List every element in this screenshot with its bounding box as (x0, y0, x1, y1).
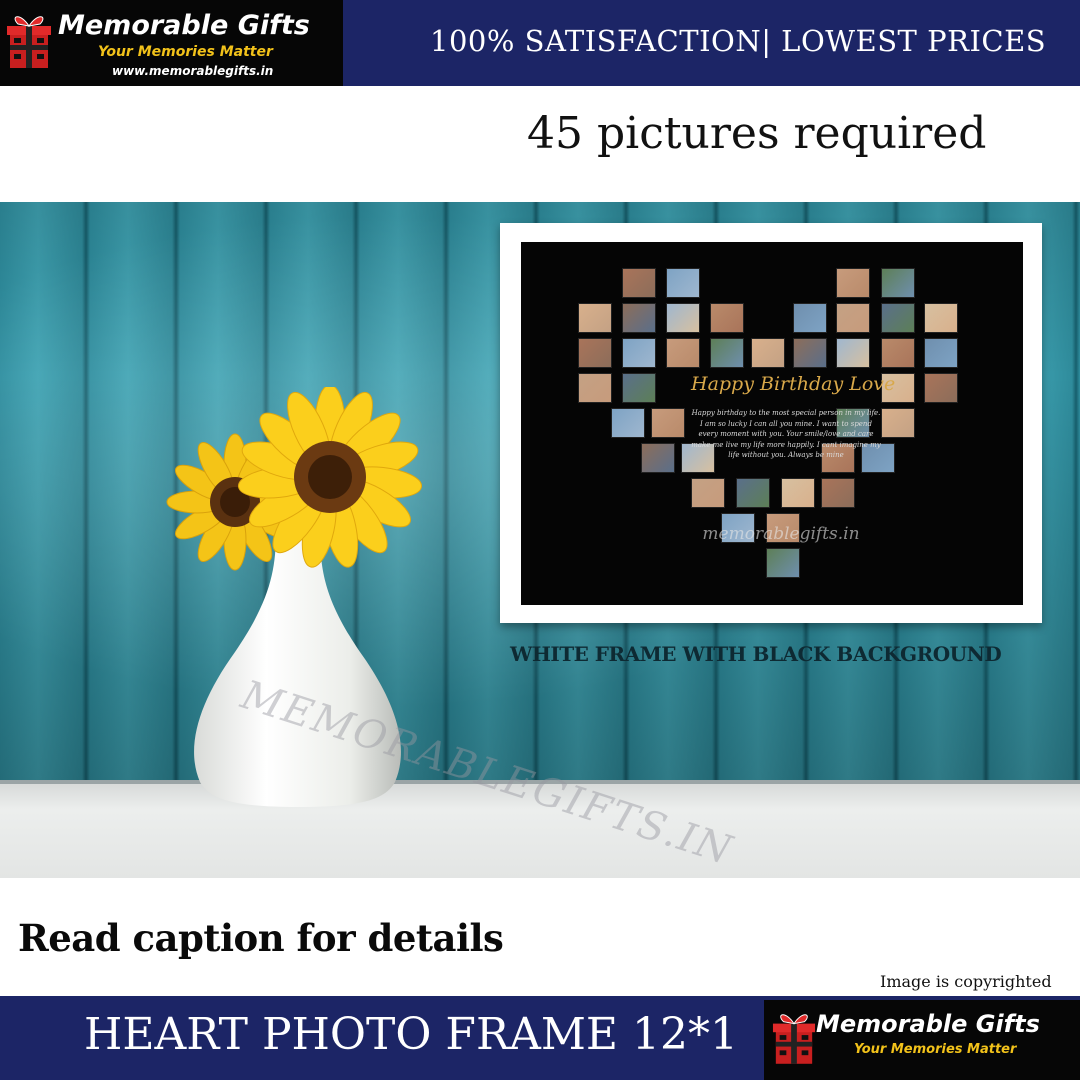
pictures-required-headline: 45 pictures required (527, 108, 987, 159)
photo-tile (793, 303, 827, 333)
read-caption-text: Read caption for details (18, 916, 504, 960)
photo-tile (766, 548, 800, 578)
product-photo: MEMORABLEGIFTS.IN Happy Birthday Love Ha… (0, 202, 1080, 878)
card-title: Happy Birthday Love (691, 373, 896, 395)
photo-tile (578, 303, 612, 333)
photo-tile (666, 303, 700, 333)
photo-tile (710, 338, 744, 368)
brand-name: Memorable Gifts (816, 1010, 1040, 1038)
brand-name: Memorable Gifts (58, 10, 310, 41)
brand-tagline: Your Memories Matter (98, 44, 273, 60)
brand-tagline: Your Memories Matter (854, 1042, 1017, 1057)
photo-tile (691, 478, 725, 508)
photo-tile (622, 303, 656, 333)
photo-tile (881, 408, 915, 438)
photo-tile (836, 268, 870, 298)
copyright-notice: Image is copyrighted (880, 972, 1052, 991)
photo-tile (578, 373, 612, 403)
photo-tile (821, 478, 855, 508)
photo-tile (666, 268, 700, 298)
photo-tile (710, 303, 744, 333)
brand-url: www.memorablegifts.in (112, 64, 274, 78)
photo-tile (881, 303, 915, 333)
photo-tile (622, 268, 656, 298)
gift-icon (772, 1014, 816, 1064)
photo-tile (881, 338, 915, 368)
heart-photo-frame: Happy Birthday Love Happy birthday to th… (500, 223, 1042, 623)
product-title: HEART PHOTO FRAME 12*1 (84, 1009, 738, 1060)
photo-tile (622, 338, 656, 368)
brand-logo-bottom: Memorable Gifts Your Memories Matter (764, 1000, 1080, 1080)
photo-tile (881, 268, 915, 298)
photo-tile (781, 478, 815, 508)
photo-tile (641, 443, 675, 473)
photo-tile (836, 303, 870, 333)
photo-tile (622, 373, 656, 403)
photo-tile (793, 338, 827, 368)
photo-tile (666, 338, 700, 368)
photo-tile (736, 478, 770, 508)
photo-tile (611, 408, 645, 438)
photo-tile (836, 338, 870, 368)
promo-text: 100% SATISFACTION| LOWEST PRICES (430, 24, 1047, 58)
photo-tile (924, 338, 958, 368)
photo-tile (924, 303, 958, 333)
photo-tile (578, 338, 612, 368)
brand-logo-top: Memorable Gifts Your Memories Matter www… (0, 0, 343, 86)
photo-tile (651, 408, 685, 438)
frame-black-background: Happy Birthday Love Happy birthday to th… (521, 242, 1023, 605)
photo-tile (751, 338, 785, 368)
photo-tile (924, 373, 958, 403)
sunflower-illustration (166, 387, 423, 571)
card-watermark: memorablegifts.in (702, 524, 860, 544)
gift-icon (7, 16, 51, 68)
frame-caption: WHITE FRAME WITH BLACK BACKGROUND (510, 642, 1002, 666)
card-message: Happy birthday to the most special perso… (691, 409, 881, 459)
